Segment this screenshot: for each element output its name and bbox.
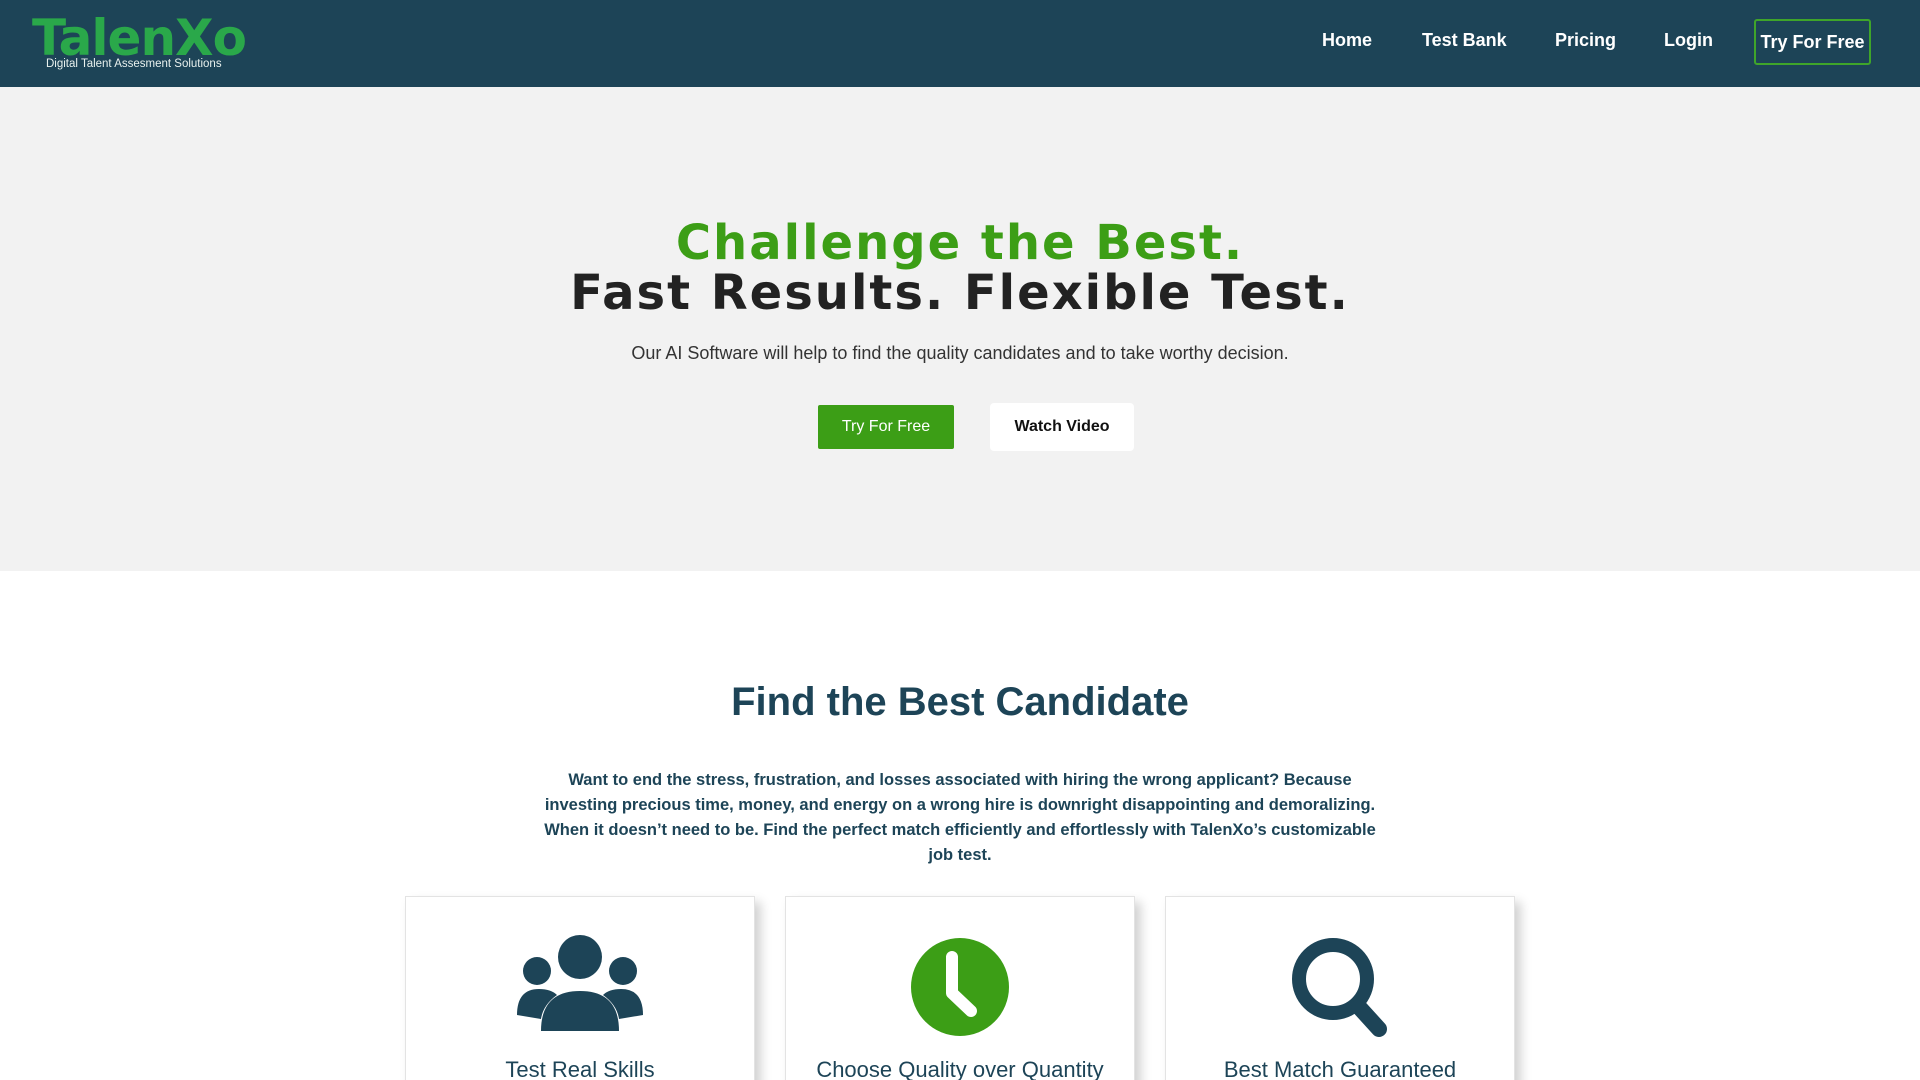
hero-section: Challenge the Best. Fast Results. Flexib…	[0, 87, 1920, 571]
section-title: Find the Best Candidate	[731, 680, 1189, 724]
card-title: Best Match Guaranteed	[1223, 1057, 1457, 1080]
top-navbar: TalenXo Digital Talent Assesment Solutio…	[0, 0, 1920, 87]
card-title: Choose Quality over Quantity	[816, 1057, 1104, 1080]
hero-headline-primary: Challenge the Best.	[675, 215, 1245, 271]
hero-try-free-button[interactable]: Try For Free	[818, 405, 954, 449]
hero-headline-secondary: Fast Results. Flexible Test.	[570, 265, 1350, 321]
watch-video-button[interactable]: Watch Video	[990, 403, 1134, 451]
feature-card-test-skills: Test Real Skills	[405, 896, 755, 1080]
nav-link-login[interactable]: Login	[1664, 30, 1713, 51]
nav-link-home[interactable]: Home	[1322, 30, 1372, 51]
hero-subtitle: Our AI Software will help to find the qu…	[631, 343, 1289, 363]
logo-tagline: Digital Talent Assesment Solutions	[46, 58, 222, 70]
talenxo-logo[interactable]: TalenXo Digital Talent Assesment Solutio…	[32, 10, 247, 74]
nav-link-test-bank[interactable]: Test Bank	[1422, 30, 1507, 51]
users-icon	[517, 935, 643, 1031]
clock-icon	[911, 938, 1009, 1036]
section-description: Want to end the stress, frustration, and…	[544, 771, 1376, 864]
nav-link-pricing[interactable]: Pricing	[1555, 30, 1616, 51]
nav-try-free-button[interactable]: Try For Free	[1754, 19, 1871, 65]
card-title: Test Real Skills	[505, 1057, 655, 1080]
search-icon	[1292, 938, 1387, 1037]
feature-card-best-match: Best Match Guaranteed	[1165, 896, 1515, 1080]
feature-card-quality: Choose Quality over Quantity	[785, 896, 1135, 1080]
